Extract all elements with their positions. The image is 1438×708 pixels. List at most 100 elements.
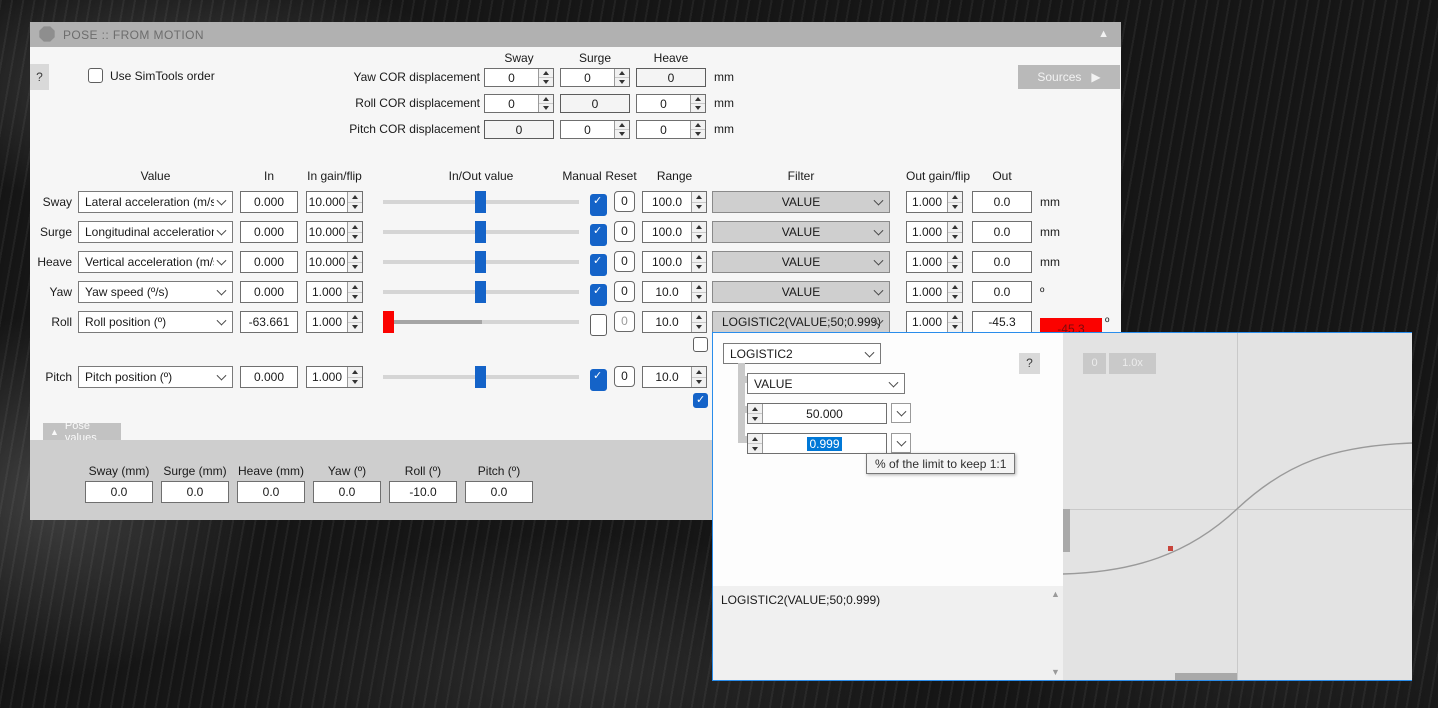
sources-button[interactable]: Sources ▶ [1018,65,1120,89]
out-gain-input[interactable]: 1.000 [906,311,963,333]
manual-checkbox[interactable]: ✓ [590,284,607,306]
filter-param-limit-input[interactable]: 50.000 [747,403,887,424]
reset-button[interactable]: 0 [614,281,635,302]
filter-param-source-dropdown[interactable]: VALUE [747,373,905,394]
axis-label: Yaw [30,281,72,303]
spin-down-icon [948,202,962,213]
in-gain-input[interactable]: 1.000 [306,366,363,388]
in-gain-input[interactable]: 1.000 [306,281,363,303]
value-source-dropdown[interactable]: Longitudinal acceleration (r [78,221,233,243]
chevron-down-icon [865,347,875,357]
inout-slider[interactable] [383,191,579,213]
reset-button[interactable]: 0 [614,221,635,242]
formula-scrollbar[interactable]: ▲ ▼ [1048,586,1063,680]
range-input[interactable]: 100.0 [642,221,707,243]
inout-slider[interactable] [383,281,579,303]
mix-sway-in-roll-checkbox[interactable] [693,337,708,352]
filter-dropdown[interactable]: VALUE [712,251,890,273]
graph-reset-button[interactable]: 0 [1083,353,1106,374]
simtools-order-checkbox[interactable] [88,68,103,83]
manual-checkbox[interactable]: ✓ [590,369,607,391]
reset-button[interactable]: 0 [614,366,635,387]
in-gain-input[interactable]: 10.000 [306,191,363,213]
spin-up-icon [348,367,362,377]
param-percent-expand-button[interactable] [891,433,911,453]
header-in-gain: In gain/flip [306,169,363,183]
spin-up-icon [948,252,962,262]
yaw-cor-surge-input[interactable]: 0 [560,68,630,87]
manual-checkbox[interactable] [590,314,607,336]
axis-label: Heave [30,251,72,273]
value-source-dropdown[interactable]: Yaw speed (º/s) [78,281,233,303]
graph-zoom-button[interactable]: 1.0x [1109,353,1156,374]
range-input[interactable]: 100.0 [642,251,707,273]
filter-tree-branch [738,436,747,443]
window-titlebar[interactable]: POSE :: FROM MOTION ▲ [30,22,1121,47]
spin-up-icon [948,192,962,202]
filter-dropdown[interactable]: VALUE [712,281,890,303]
spin-up-icon [692,282,706,292]
spin-up-icon [348,282,362,292]
filter-dropdown[interactable]: VALUE [712,191,890,213]
desktop-background: POSE :: FROM MOTION ▲ ? Use SimTools ord… [0,0,1438,708]
in-gain-input[interactable]: 1.000 [306,311,363,333]
filter-tree-branch [738,376,747,383]
mix-surge-in-pitch-checkbox[interactable]: ✓ [693,393,708,408]
roll-cor-sway-input[interactable]: 0 [484,94,554,113]
filter-help-button[interactable]: ? [1019,353,1040,374]
filter-formula-box: LOGISTIC2(VALUE;50;0.999) ▲ ▼ [713,586,1063,680]
spin-up-icon [948,222,962,232]
pitch-cor-heave-input[interactable]: 0 [636,120,706,139]
roll-cor-heave-input[interactable]: 0 [636,94,706,113]
filter-response-graph[interactable]: 0 1.0x [1063,333,1412,680]
manual-checkbox[interactable]: ✓ [590,254,607,276]
spin-down-icon [348,322,362,333]
out-gain-input[interactable]: 1.000 [906,251,963,273]
yaw-cor-heave-input: 0 [636,68,706,87]
range-input[interactable]: 10.0 [642,366,707,388]
out-gain-input[interactable]: 1.000 [906,221,963,243]
value-source-dropdown[interactable]: Roll position (º) [78,311,233,333]
value-source-dropdown[interactable]: Vertical acceleration (m/s²) [78,251,233,273]
in-gain-input[interactable]: 10.000 [306,221,363,243]
chevron-down-icon [874,256,884,266]
filter-dropdown[interactable]: VALUE [712,221,890,243]
filter-dropdown[interactable]: LOGISTIC2(VALUE;50;0.999) [712,311,890,333]
pose-sway: Sway (mm)0.0 [85,464,153,503]
inout-slider[interactable] [383,366,579,388]
range-input[interactable]: 10.0 [642,311,707,333]
spin-down-icon [692,292,706,303]
out-gain-input[interactable]: 1.000 [906,191,963,213]
out-unit: mm [1040,221,1060,243]
pitch-cor-surge-input[interactable]: 0 [560,120,630,139]
value-source-dropdown[interactable]: Pitch position (º) [78,366,233,388]
inout-slider[interactable] [383,221,579,243]
slider-handle [475,251,486,273]
range-input[interactable]: 10.0 [642,281,707,303]
pitch-cor-label: Pitch COR displacement [270,120,480,139]
manual-checkbox[interactable]: ✓ [590,224,607,246]
filter-type-dropdown[interactable]: LOGISTIC2 [723,343,881,364]
in-gain-input[interactable]: 10.000 [306,251,363,273]
inout-slider[interactable] [383,251,579,273]
reset-button[interactable]: 0 [614,191,635,212]
manual-checkbox[interactable]: ✓ [590,194,607,216]
current-value-marker [1168,546,1173,551]
filter-param-percent-input[interactable]: 0.999 [747,433,887,454]
pose-values-tab[interactable]: ▲ Pose values [43,423,121,440]
reset-button[interactable]: 0 [614,251,635,272]
value-source-dropdown[interactable]: Lateral acceleration (m/s²) [78,191,233,213]
table-row: Surge Longitudinal acceleration (r 0.000… [30,221,1121,243]
param-limit-expand-button[interactable] [891,403,911,423]
help-button[interactable]: ? [30,64,49,90]
spin-down-icon [748,413,762,423]
graph-vertical-range-bar[interactable] [1063,509,1070,552]
yaw-cor-sway-input[interactable]: 0 [484,68,554,87]
out-gain-input[interactable]: 1.000 [906,281,963,303]
collapse-icon[interactable]: ▲ [1098,28,1109,40]
range-input[interactable]: 100.0 [642,191,707,213]
inout-slider[interactable] [383,311,579,333]
graph-horizontal-range-bar[interactable] [1175,673,1237,680]
out-value-field: 0.0 [972,281,1032,303]
reset-button[interactable]: 0 [614,311,635,332]
